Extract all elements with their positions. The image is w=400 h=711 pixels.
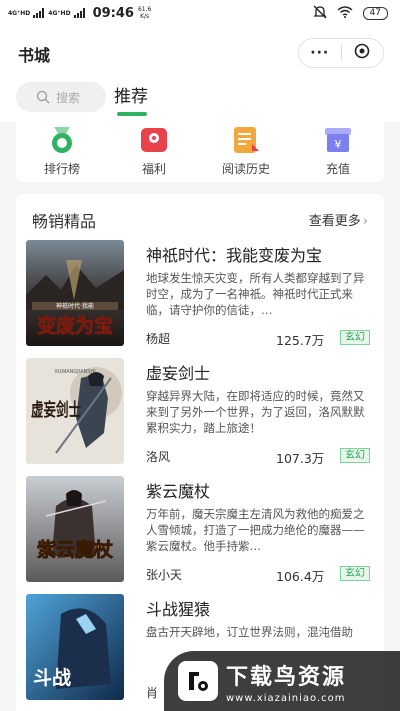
cover-title: 虚妄剑士 bbox=[31, 399, 81, 421]
quick-menu: 排行榜 福利 阅读历史 ¥ 充值 bbox=[16, 118, 384, 182]
book-cover: 紫云魔杖 bbox=[26, 476, 124, 582]
book-cover: XUWANGJIANSHI 虚妄剑士 bbox=[26, 358, 124, 464]
section-title: 畅销精品 bbox=[32, 212, 97, 231]
chevron-right-icon: › bbox=[362, 214, 368, 229]
mini-program-capsule: ··· bbox=[298, 38, 384, 68]
quick-item-label: 充值 bbox=[325, 162, 350, 176]
book-title: 紫云魔杖 bbox=[146, 482, 211, 501]
view-more-link[interactable]: 查看更多 › bbox=[309, 210, 368, 229]
search-icon bbox=[36, 90, 50, 104]
genre-tag: 玄幻 bbox=[340, 448, 370, 463]
cover-title: 紫云魔杖 bbox=[37, 538, 113, 561]
book-title: 神祇时代：我能变废为宝 bbox=[146, 246, 323, 265]
medal-icon bbox=[47, 126, 77, 154]
book-cover: 神祇时代·我能 变废为宝 bbox=[26, 240, 124, 346]
gift-icon bbox=[139, 126, 169, 154]
active-tab-indicator bbox=[117, 112, 147, 116]
book-item[interactable]: 神祇时代·我能 变废为宝 神祇时代：我能变废为宝 地球发生惊天灾变，所有人类都穿… bbox=[26, 240, 376, 348]
cover-title: 变废为宝 bbox=[37, 314, 113, 337]
book-title: 虚妄剑士 bbox=[146, 364, 211, 383]
signal-icon bbox=[33, 8, 45, 18]
book-author: 杨超 bbox=[146, 332, 171, 346]
recharge-icon: ¥ bbox=[323, 126, 353, 154]
quick-item-label: 排行榜 bbox=[43, 162, 80, 176]
quick-item-recharge[interactable]: ¥ 充值 bbox=[292, 118, 384, 182]
cover-subtitle: 神祇时代·我能 bbox=[56, 302, 94, 310]
app-header: 书城 ··· bbox=[0, 26, 400, 78]
page-title: 书城 bbox=[18, 46, 51, 65]
book-item[interactable]: 紫云魔杖 紫云魔杖 万年前，魔天宗魔主左清风为救他的痴爱之人雪倾城，打造了一把成… bbox=[26, 476, 376, 584]
network-indicator-1: 4G⁺HD bbox=[8, 9, 31, 17]
tab-recommend[interactable]: 推荐 bbox=[114, 82, 148, 107]
watermark-brand: 下载鸟资源 bbox=[226, 664, 347, 690]
book-description: 地球发生惊天灾变，所有人类都穿越到了异时空，成为了一名神祇。神祇时代正式来临，请… bbox=[146, 271, 365, 317]
quick-item-welfare[interactable]: 福利 bbox=[108, 118, 200, 182]
genre-tag: 玄幻 bbox=[340, 566, 370, 581]
watermark-url: www.xiazainiao.com bbox=[226, 692, 346, 704]
book-description: 万年前，魔天宗魔主左清风为救他的痴爱之人雪倾城，打造了一把成力绝伦的魔器——紫云… bbox=[146, 507, 365, 553]
book-author: 洛风 bbox=[146, 450, 171, 464]
mute-icon bbox=[312, 5, 327, 22]
history-icon bbox=[231, 126, 261, 154]
close-button[interactable] bbox=[342, 43, 384, 63]
quick-item-history[interactable]: 阅读历史 bbox=[200, 118, 292, 182]
close-icon bbox=[354, 43, 370, 63]
tab-bar: 搜索 推荐 bbox=[0, 78, 400, 122]
more-button[interactable]: ··· bbox=[299, 45, 341, 61]
search-input[interactable]: 搜索 bbox=[16, 82, 106, 112]
book-author: 张小天 bbox=[146, 568, 183, 582]
svg-text:¥: ¥ bbox=[335, 138, 342, 151]
book-popularity: 107.3万 bbox=[276, 451, 325, 466]
signal-icon bbox=[73, 8, 85, 18]
battery-indicator: 47 bbox=[362, 6, 388, 20]
cover-title: 斗战 bbox=[33, 667, 71, 689]
genre-tag: 玄幻 bbox=[340, 330, 370, 345]
network-speed: 61.6 K/s bbox=[137, 6, 152, 20]
book-description: 穿越异界大陆，在即将适应的时候，竟然又来到了另外一个世界，为了返回，洛风默默累积… bbox=[146, 389, 365, 435]
watermark-logo-icon bbox=[178, 661, 218, 701]
clock: 09:46 bbox=[92, 5, 134, 21]
quick-item-label: 阅读历史 bbox=[221, 162, 270, 176]
book-popularity: 106.4万 bbox=[276, 569, 325, 584]
quick-item-label: 福利 bbox=[141, 162, 166, 176]
status-bar: 4G⁺HD 4G⁺HD 09:46 61.6 K/s 47 bbox=[0, 0, 400, 26]
network-indicator-2: 4G⁺HD bbox=[48, 9, 71, 17]
book-item[interactable]: XUWANGJIANSHI 虚妄剑士 虚妄剑士 穿越异界大陆，在即将适应的时候，… bbox=[26, 358, 376, 466]
book-popularity: 125.7万 bbox=[276, 333, 325, 348]
search-placeholder: 搜索 bbox=[56, 90, 81, 105]
book-cover: 斗战 bbox=[26, 594, 124, 700]
quick-item-ranking[interactable]: 排行榜 bbox=[16, 118, 108, 182]
watermark: 下载鸟资源 www.xiazainiao.com bbox=[164, 651, 400, 711]
wifi-icon bbox=[337, 5, 353, 21]
cover-subtitle: XUWANGJIANSHI bbox=[54, 369, 95, 375]
book-title: 斗战猩猿 bbox=[146, 600, 211, 619]
bestseller-section: 畅销精品 查看更多 › 神祇时代·我能 变废为宝 神祇时代：我能变废为宝 地球发生… bbox=[16, 194, 384, 711]
book-author: 肖 bbox=[146, 686, 159, 700]
